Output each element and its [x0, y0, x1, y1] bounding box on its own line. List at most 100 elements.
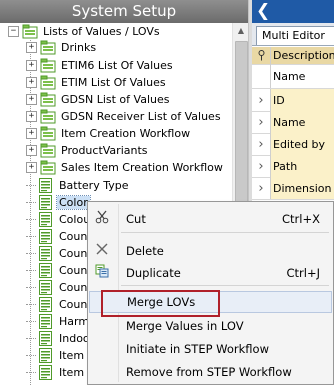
- lov-list-icon: [39, 297, 52, 312]
- tree-lov-node[interactable]: Count: [26, 245, 94, 262]
- tree-connector-stub: [26, 270, 36, 271]
- delete-menu-item[interactable]: Delete: [89, 240, 332, 262]
- tree-lov-node[interactable]: Color: [26, 194, 91, 211]
- lov-folder-icon: [40, 58, 56, 73]
- tree-lov-node[interactable]: Count: [26, 296, 94, 313]
- attribute-row[interactable]: › Edited by: [252, 133, 334, 156]
- tree-folder-node[interactable]: + GDSN Receiver List of Values: [26, 108, 223, 125]
- tree-connector-stub: [26, 202, 36, 203]
- expand-icon[interactable]: +: [26, 128, 37, 139]
- expand-row-chevron-icon: ›: [252, 155, 271, 177]
- expand-row-chevron-icon: ›: [252, 89, 271, 111]
- lov-folder-icon: [40, 40, 56, 55]
- tree-connector-stub: [26, 236, 36, 237]
- tree-connector-stub: [26, 219, 36, 220]
- tree-node-label: ETIM6 List Of Values: [61, 59, 173, 72]
- lov-folder-icon: [22, 24, 38, 39]
- initiate-in-step-workflow-menu-item[interactable]: Initiate in STEP Workflow: [89, 338, 332, 360]
- tree-folder-node[interactable]: + ETIM6 List Of Values: [26, 57, 175, 74]
- lov-list-icon: [39, 178, 52, 193]
- lov-list-icon: [39, 280, 52, 295]
- attribute-label: Path: [271, 155, 334, 177]
- tree-connector-stub: [26, 321, 36, 322]
- pane-title: System Setup: [0, 0, 248, 23]
- cut-menu-item[interactable]: Cut Ctrl+X: [89, 208, 332, 230]
- attribute-row[interactable]: › ID: [252, 89, 334, 112]
- expand-icon[interactable]: +: [26, 60, 37, 71]
- tree-node-label: GDSN List of Values: [61, 93, 170, 106]
- tree-folder-node[interactable]: + Item Creation Workflow: [26, 125, 192, 142]
- scroll-up-arrow-icon[interactable]: ▲: [233, 23, 248, 39]
- expand-icon[interactable]: +: [26, 162, 37, 173]
- attribute-label: Dimension De: [271, 177, 334, 199]
- lov-folder-icon: [40, 109, 56, 124]
- tree-lov-node[interactable]: Battery Type: [26, 177, 130, 194]
- collapse-icon[interactable]: −: [8, 26, 19, 37]
- scissors-icon: [89, 210, 115, 228]
- lov-folder-icon: [40, 126, 56, 141]
- lov-list-icon: [39, 365, 52, 380]
- remove-from-step-workflow-menu-item[interactable]: Remove from STEP Workflow: [89, 361, 332, 383]
- menu-shortcut: Ctrl+X: [282, 212, 320, 226]
- menu-item-label: Duplicate: [126, 266, 181, 280]
- expand-row-chevron-icon: ›: [252, 111, 271, 133]
- tree-folder-node[interactable]: + GDSN List of Values: [26, 91, 171, 108]
- expand-row-chevron-icon: ›: [252, 177, 271, 199]
- editor-header: ❮: [252, 0, 334, 23]
- tree-lov-node[interactable]: Count: [26, 279, 94, 296]
- expand-icon[interactable]: +: [26, 111, 37, 122]
- tree-connector-stub: [26, 338, 36, 339]
- lov-folder-icon: [40, 143, 56, 158]
- tree-lov-node[interactable]: Count: [26, 228, 94, 245]
- chevron-left-icon[interactable]: ❮: [256, 1, 270, 22]
- attribute-row[interactable]: Description: [252, 47, 334, 65]
- tree-node-label: ETIM List Of Values: [61, 76, 166, 89]
- menu-item-label: Cut: [126, 212, 146, 226]
- tree-folder-node[interactable]: + Sales Item Creation Workflow: [26, 159, 225, 176]
- expand-icon[interactable]: +: [26, 42, 37, 53]
- attribute-label: Description: [273, 49, 334, 62]
- menu-item-label: Initiate in STEP Workflow: [126, 342, 269, 356]
- menu-item-label: Delete: [126, 244, 164, 258]
- lov-folder-icon: [40, 92, 56, 107]
- delete-x-icon: [89, 243, 115, 259]
- attribute-label: ID: [271, 89, 334, 111]
- tree-lov-node[interactable]: Count: [26, 262, 94, 279]
- pin-icon: [252, 47, 271, 64]
- highlight-annotation: [101, 290, 220, 317]
- expand-row-chevron-icon: ›: [252, 133, 271, 155]
- expand-icon[interactable]: +: [26, 145, 37, 156]
- tab-multi-editor[interactable]: Multi Editor: [256, 26, 334, 45]
- attribute-row[interactable]: › Name: [252, 111, 334, 134]
- tree-node-label: Sales Item Creation Workflow: [61, 161, 223, 174]
- attribute-row[interactable]: › Path: [252, 155, 334, 178]
- expand-icon[interactable]: +: [26, 94, 37, 105]
- expand-icon[interactable]: +: [26, 77, 37, 88]
- tree-folder-node[interactable]: + ETIM List Of Values: [26, 74, 168, 91]
- merge-values-in-lov-menu-item[interactable]: Merge Values in LOV: [89, 315, 332, 337]
- tree-folder-node[interactable]: + ProductVariants: [26, 142, 150, 159]
- tree-connector-stub: [26, 355, 36, 356]
- lov-list-icon: [39, 331, 52, 346]
- duplicate-menu-item[interactable]: Duplicate Ctrl+J: [89, 262, 332, 284]
- tree-node-label: Lists of Values / LOVs: [43, 25, 160, 38]
- menu-shortcut: Ctrl+J: [286, 266, 321, 280]
- tree-node-label: ProductVariants: [61, 144, 148, 157]
- duplicate-icon: [89, 264, 115, 282]
- tree-connector-stub: [26, 287, 36, 288]
- lov-folder-icon: [40, 75, 56, 90]
- attribute-row[interactable]: ›Dimension De: [252, 177, 334, 200]
- tree-lov-node[interactable]: Item S: [26, 347, 97, 364]
- tree-connector-stub: [26, 185, 36, 186]
- attribute-label: Name: [271, 111, 334, 133]
- lov-list-icon: [39, 246, 52, 261]
- lov-folder-icon: [40, 160, 56, 175]
- tree-node-label: Drinks: [61, 41, 97, 54]
- attribute-row[interactable]: Name: [252, 64, 334, 89]
- tree-folder-node[interactable]: − Lists of Values / LOVs: [8, 23, 162, 40]
- lov-list-icon: [39, 229, 52, 244]
- lov-list-icon: [39, 263, 52, 278]
- tree-folder-node[interactable]: + Drinks: [26, 39, 98, 56]
- tree-lov-node[interactable]: Indoo: [26, 330, 92, 347]
- menu-separator: [121, 285, 329, 286]
